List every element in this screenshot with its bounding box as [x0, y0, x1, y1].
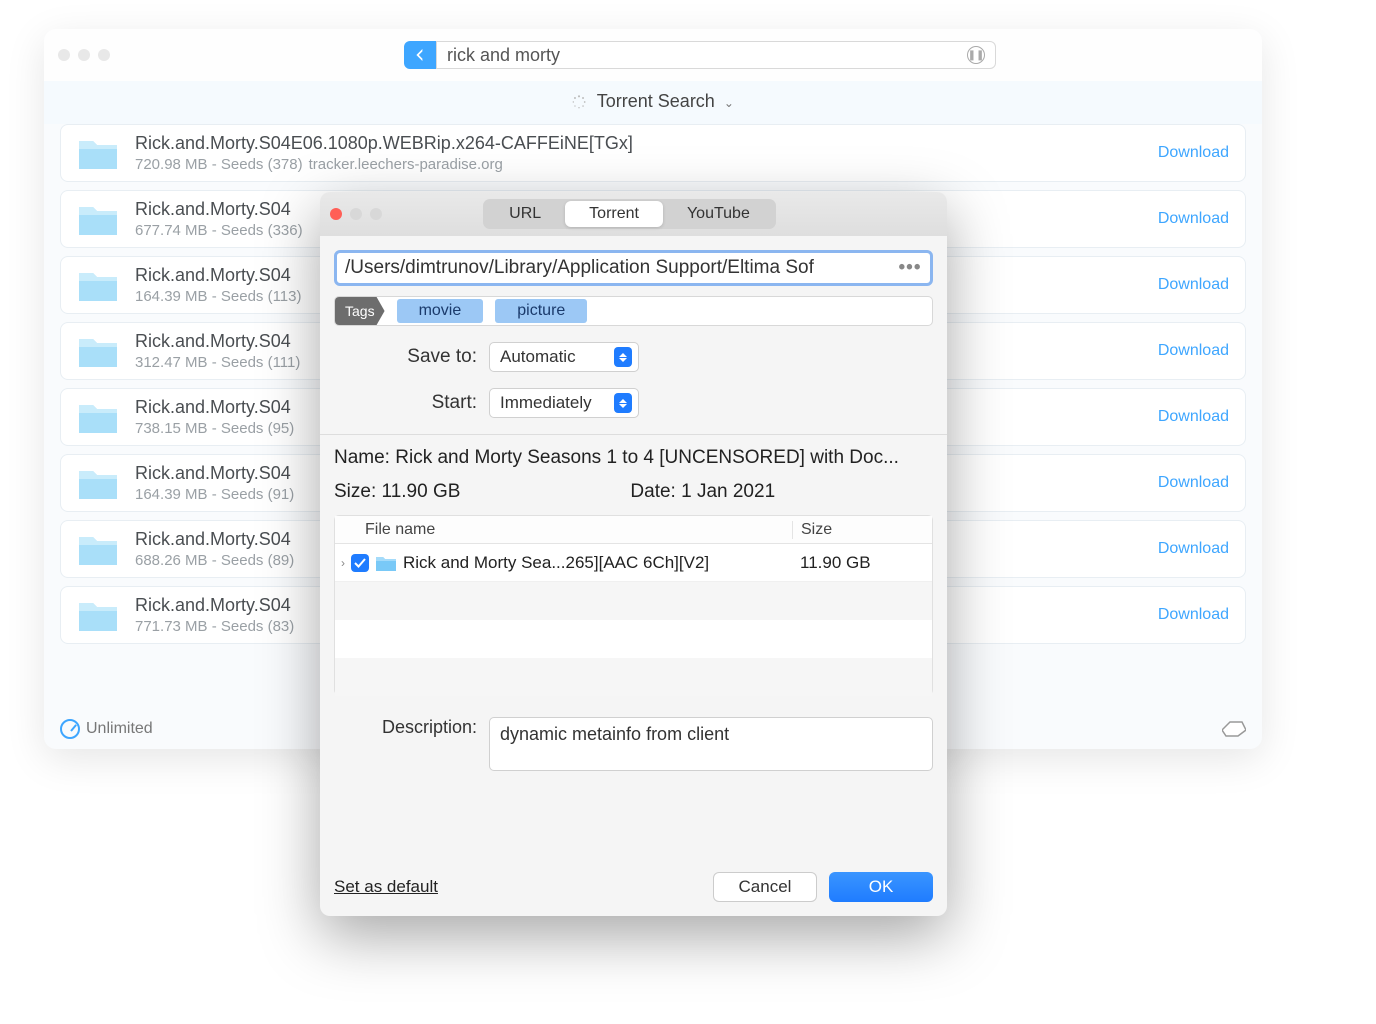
description-label: Description: [334, 717, 489, 738]
cancel-button[interactable]: Cancel [713, 872, 817, 902]
start-value: Immediately [500, 393, 592, 413]
tag-chip[interactable]: picture [495, 299, 587, 323]
chevron-left-icon [414, 49, 426, 61]
divider [320, 434, 947, 435]
description-field[interactable]: dynamic metainfo from client [489, 717, 933, 771]
file-table: File name Size › Rick and Morty Sea...26… [334, 515, 933, 695]
select-arrows-icon [614, 347, 632, 367]
download-link[interactable]: Download [1158, 474, 1229, 492]
download-link[interactable]: Download [1158, 210, 1229, 228]
path-text: /Users/dimtrunov/Library/Application Sup… [345, 257, 898, 279]
tags-label: Tags [335, 297, 385, 325]
set-as-default-link[interactable]: Set as default [334, 877, 438, 897]
speed-gauge-icon[interactable] [60, 719, 80, 739]
browse-button[interactable]: ••• [898, 257, 922, 279]
file-checkbox[interactable] [351, 554, 369, 572]
torrent-name-row: Name: Rick and Morty Seasons 1 to 4 [UNC… [334, 447, 933, 469]
download-link[interactable]: Download [1158, 276, 1229, 294]
minimize-button[interactable] [350, 208, 362, 220]
size-value: 11.90 GB [382, 481, 461, 502]
tags-field[interactable]: Tags movie picture [334, 296, 933, 326]
folder-icon [77, 531, 119, 567]
description-value: dynamic metainfo from client [500, 724, 729, 744]
loading-spinner-icon [572, 93, 586, 107]
section-title: Torrent Search [597, 91, 715, 111]
result-tracker: tracker.leechers-paradise.org [309, 156, 503, 173]
dialog-footer: Set as default Cancel OK [320, 858, 947, 916]
tab-torrent[interactable]: Torrent [565, 201, 663, 227]
name-label: Name: [334, 447, 390, 469]
save-to-select[interactable]: Automatic [489, 342, 639, 372]
save-to-value: Automatic [500, 347, 576, 367]
download-link[interactable]: Download [1158, 342, 1229, 360]
source-tabs: URL Torrent YouTube [483, 199, 776, 229]
folder-icon [77, 597, 119, 633]
download-link[interactable]: Download [1158, 606, 1229, 624]
table-row-empty [335, 620, 932, 658]
folder-icon [77, 465, 119, 501]
window-controls [58, 49, 110, 61]
torrent-size-row: Size: 11.90 GB [334, 481, 460, 503]
download-link[interactable]: Download [1158, 408, 1229, 426]
pause-icon[interactable]: ❚❚ [967, 46, 985, 64]
traffic-light[interactable] [58, 49, 70, 61]
tab-url[interactable]: URL [485, 201, 565, 227]
dialog-body: /Users/dimtrunov/Library/Application Sup… [320, 236, 947, 771]
torrent-path-field[interactable]: /Users/dimtrunov/Library/Application Sup… [334, 250, 933, 286]
download-link[interactable]: Download [1158, 144, 1229, 162]
back-button[interactable] [404, 41, 436, 69]
select-arrows-icon [614, 393, 632, 413]
file-table-header: File name Size [335, 516, 932, 544]
folder-icon [77, 333, 119, 369]
folder-icon [77, 267, 119, 303]
ok-button[interactable]: OK [829, 872, 933, 902]
col-filename[interactable]: File name [335, 521, 792, 539]
start-select[interactable]: Immediately [489, 388, 639, 418]
folder-icon [77, 399, 119, 435]
file-name: Rick and Morty Sea...265][AAC 6Ch][V2] [403, 553, 709, 573]
file-row[interactable]: › Rick and Morty Sea...265][AAC 6Ch][V2]… [335, 544, 932, 582]
start-label: Start: [334, 392, 489, 414]
titlebar: rick and morty ❚❚ [44, 29, 1262, 81]
table-row-empty [335, 658, 932, 696]
download-link[interactable]: Download [1158, 540, 1229, 558]
section-header[interactable]: Torrent Search ⌄ [44, 81, 1262, 124]
tab-youtube[interactable]: YouTube [663, 201, 774, 227]
dialog-titlebar: URL Torrent YouTube [320, 192, 947, 236]
search-text: rick and morty [447, 45, 967, 66]
search-input[interactable]: rick and morty ❚❚ [436, 41, 996, 69]
name-value: Rick and Morty Seasons 1 to 4 [UNCENSORE… [395, 447, 899, 469]
chevron-down-icon: ⌄ [724, 96, 734, 110]
result-title: Rick.and.Morty.S04E06.1080p.WEBRip.x264-… [135, 133, 1158, 154]
result-meta: 720.98 MB - Seeds (378)tracker.leechers-… [135, 156, 1158, 173]
folder-icon [375, 554, 397, 572]
file-size: 11.90 GB [792, 553, 932, 573]
close-button[interactable] [330, 208, 342, 220]
size-label: Size: [334, 481, 376, 502]
result-row[interactable]: Rick.and.Morty.S04E06.1080p.WEBRip.x264-… [60, 124, 1246, 182]
date-label: Date: [630, 481, 675, 502]
traffic-light[interactable] [98, 49, 110, 61]
dialog-window-controls [330, 208, 382, 220]
speed-label: Unlimited [86, 720, 153, 738]
date-value: 1 Jan 2021 [681, 481, 775, 502]
add-torrent-dialog: URL Torrent YouTube /Users/dimtrunov/Lib… [320, 192, 947, 916]
col-size[interactable]: Size [792, 521, 932, 539]
torrent-date-row: Date: 1 Jan 2021 [630, 481, 775, 503]
result-text: Rick.and.Morty.S04E06.1080p.WEBRip.x264-… [135, 133, 1158, 173]
traffic-light[interactable] [78, 49, 90, 61]
folder-icon [77, 201, 119, 237]
table-row-empty [335, 582, 932, 620]
eraser-icon[interactable] [1222, 720, 1246, 738]
save-to-label: Save to: [334, 346, 489, 368]
disclosure-triangle-icon[interactable]: › [341, 556, 345, 570]
folder-icon [77, 135, 119, 171]
tag-chip[interactable]: movie [397, 299, 484, 323]
zoom-button[interactable] [370, 208, 382, 220]
